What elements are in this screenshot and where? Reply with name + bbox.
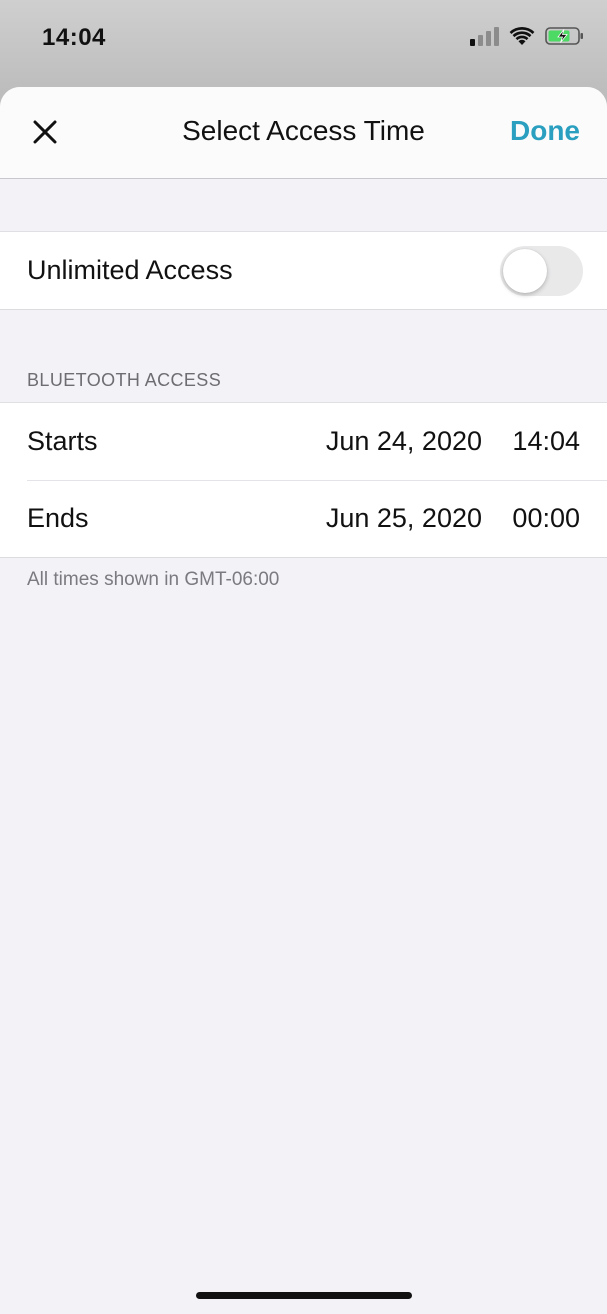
signal-icon [470,26,499,46]
status-time: 14:04 [42,24,106,51]
ends-time[interactable]: 00:00 [512,503,580,534]
starts-label: Starts [27,426,98,456]
ends-row[interactable]: Ends Jun 25, 2020 00:00 [0,480,607,557]
toggle-knob [503,249,547,293]
navigation-bar: Select Access Time Done [0,87,607,179]
starts-time[interactable]: 14:04 [512,426,580,457]
timezone-footnote: All times shown in GMT-06:00 [27,569,280,590]
battery-charging-icon [545,27,583,45]
bluetooth-access-group: Starts Jun 24, 2020 14:04 Ends Jun 25, 2… [0,402,607,558]
status-bar: 14:04 [0,0,607,80]
done-button[interactable]: Done [510,115,580,147]
access-time-sheet: Select Access Time Done Unlimited Access… [0,87,607,1314]
screen: 14:04 Select Access Time Done Unlimited … [0,0,607,1314]
ends-label: Ends [27,503,89,533]
unlimited-access-label: Unlimited Access [27,255,233,285]
unlimited-access-row: Unlimited Access [0,232,607,309]
wifi-icon [509,26,535,45]
unlimited-access-toggle[interactable] [500,246,583,296]
home-indicator[interactable] [196,1292,412,1299]
unlimited-access-group: Unlimited Access [0,231,607,310]
starts-date[interactable]: Jun 24, 2020 [326,426,482,457]
bluetooth-section-header: BLUETOOTH ACCESS [27,370,222,390]
status-icons [470,26,585,46]
starts-row[interactable]: Starts Jun 24, 2020 14:04 [0,403,607,480]
ends-date[interactable]: Jun 25, 2020 [326,503,482,534]
